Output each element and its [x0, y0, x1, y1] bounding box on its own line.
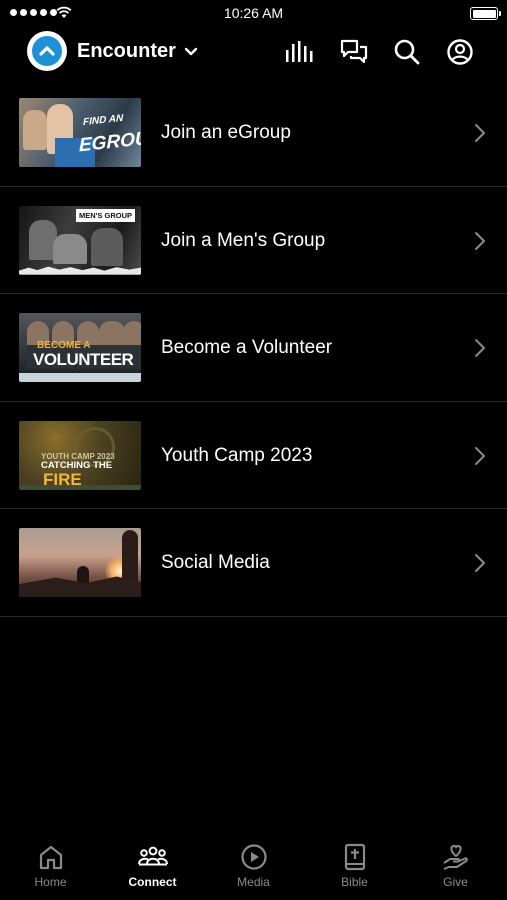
tab-bar: Home Connect Media Bible Give [0, 834, 507, 900]
status-bar: 10:26 AM [0, 0, 507, 26]
give-icon [443, 844, 468, 870]
thumbnail-text: VOLUNTEER [33, 350, 134, 370]
chevron-right-icon [475, 339, 485, 358]
tab-connect[interactable]: Connect [102, 834, 203, 900]
chevron-right-icon [475, 446, 485, 465]
thumbnail-text: EGROUP [79, 126, 141, 157]
social-media-thumbnail [19, 528, 141, 598]
play-icon [241, 844, 267, 870]
thumbnail-text: FIND AN [83, 112, 124, 129]
thumbnail-text: CATCHING THE [41, 459, 113, 471]
tab-give[interactable]: Give [405, 834, 506, 900]
youth-camp-thumbnail: YOUTH CAMP 2023 CATCHING THE FIRE [19, 420, 141, 490]
chevron-right-icon [475, 124, 485, 142]
volunteer-thumbnail: BECOME A VOLUNTEER [19, 313, 141, 383]
app-name[interactable]: Encounter [77, 40, 176, 63]
chevron-right-icon [475, 231, 485, 250]
stats-icon[interactable] [284, 37, 314, 67]
list-item-volunteer[interactable]: BECOME A VOLUNTEER Become a Volunteer [0, 294, 507, 402]
list-item-label: Become a Volunteer [161, 337, 333, 359]
bible-icon [344, 843, 366, 871]
profile-icon[interactable] [445, 37, 475, 67]
chevron-down-icon[interactable] [183, 44, 199, 60]
list-item-youth-camp[interactable]: YOUTH CAMP 2023 CATCHING THE FIRE Youth … [0, 402, 507, 510]
app-logo[interactable] [27, 31, 67, 71]
list-item-label: Join an eGroup [161, 122, 291, 143]
chevron-up-icon [39, 46, 55, 56]
tab-media[interactable]: Media [203, 834, 304, 900]
mens-group-thumbnail: MEN'S GROUP [19, 205, 141, 275]
egroup-thumbnail: FIND AN EGROUP [19, 98, 141, 167]
list-item-label: Youth Camp 2023 [161, 444, 313, 466]
search-icon[interactable] [392, 37, 422, 67]
list-item-social-media[interactable]: Social Media [0, 509, 507, 617]
chevron-right-icon [475, 554, 485, 573]
tab-bible[interactable]: Bible [304, 834, 405, 900]
list-item-label: Social Media [161, 552, 270, 574]
tab-label: Bible [341, 875, 368, 889]
home-icon [39, 845, 63, 870]
tab-home[interactable]: Home [0, 834, 101, 900]
battery-icon [470, 7, 501, 20]
people-icon [138, 846, 168, 866]
connect-list: FIND AN EGROUP Join an eGroup MEN'S GROU… [0, 79, 507, 617]
list-item-label: Join a Men's Group [161, 229, 326, 251]
tab-label: Connect [128, 875, 177, 889]
tab-label: Home [34, 875, 67, 889]
messages-icon[interactable] [339, 37, 369, 67]
app-header: Encounter [0, 28, 507, 80]
status-time: 10:26 AM [223, 5, 284, 21]
thumbnail-text: MEN'S GROUP [75, 208, 135, 222]
list-item-egroup[interactable]: FIND AN EGROUP Join an eGroup [0, 79, 507, 187]
tab-label: Media [237, 875, 270, 889]
tab-label: Give [443, 875, 468, 889]
list-item-mens-group[interactable]: MEN'S GROUP Join a Men's Group [0, 187, 507, 295]
